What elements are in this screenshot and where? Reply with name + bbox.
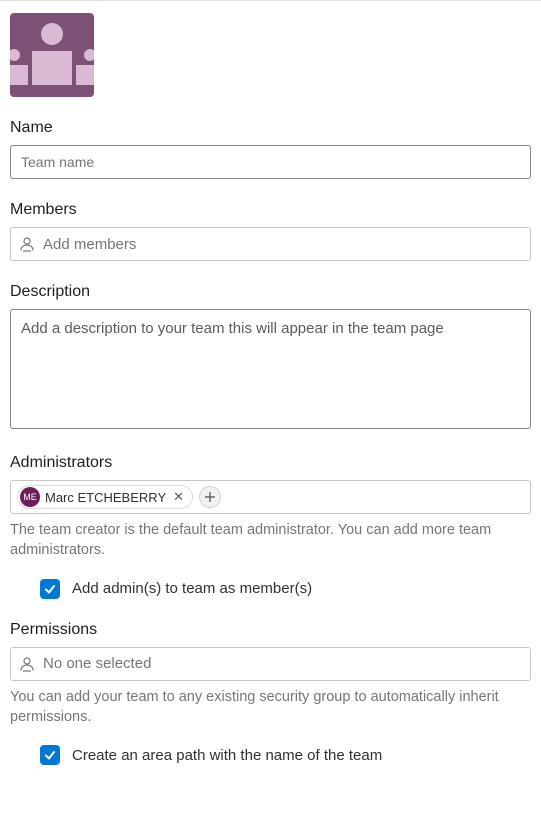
name-input[interactable] <box>10 145 531 179</box>
permissions-placeholder: No one selected <box>43 655 151 672</box>
description-label: Description <box>10 283 531 301</box>
avatar: ME <box>20 487 40 507</box>
check-icon <box>44 583 56 595</box>
create-area-path-row[interactable]: Create an area path with the name of the… <box>40 745 531 765</box>
plus-icon <box>205 492 215 502</box>
name-label: Name <box>10 119 531 137</box>
permissions-picker[interactable]: No one selected <box>10 647 531 681</box>
admin-chip: ME Marc ETCHEBERRY ✕ <box>17 485 193 509</box>
permissions-label: Permissions <box>10 621 531 639</box>
members-picker[interactable]: Add members <box>10 227 531 261</box>
administrators-label: Administrators <box>10 454 531 472</box>
description-textarea[interactable] <box>10 309 531 429</box>
person-icon <box>19 236 35 252</box>
permissions-field-group: Permissions No one selected <box>10 621 531 681</box>
team-avatar[interactable] <box>10 13 94 97</box>
permissions-helper: You can add your team to any existing se… <box>10 687 531 728</box>
administrators-helper: The team creator is the default team adm… <box>10 520 531 561</box>
name-field-group: Name <box>10 119 531 179</box>
members-label: Members <box>10 201 531 219</box>
members-field-group: Members Add members <box>10 201 531 261</box>
members-placeholder: Add members <box>43 236 136 253</box>
remove-chip-icon[interactable]: ✕ <box>171 489 186 505</box>
create-area-path-label: Create an area path with the name of the… <box>72 747 382 764</box>
description-field-group: Description <box>10 283 531 432</box>
add-admin-button[interactable] <box>199 486 221 508</box>
add-admins-as-members-row[interactable]: Add admin(s) to team as member(s) <box>40 579 531 599</box>
add-admins-as-members-checkbox[interactable] <box>40 579 60 599</box>
add-admins-as-members-label: Add admin(s) to team as member(s) <box>72 580 312 597</box>
create-area-path-checkbox[interactable] <box>40 745 60 765</box>
admin-chip-label: Marc ETCHEBERRY <box>45 490 166 505</box>
administrators-field-group: Administrators ME Marc ETCHEBERRY ✕ <box>10 454 531 514</box>
check-icon <box>44 749 56 761</box>
person-icon <box>19 656 35 672</box>
administrators-picker[interactable]: ME Marc ETCHEBERRY ✕ <box>10 480 531 514</box>
